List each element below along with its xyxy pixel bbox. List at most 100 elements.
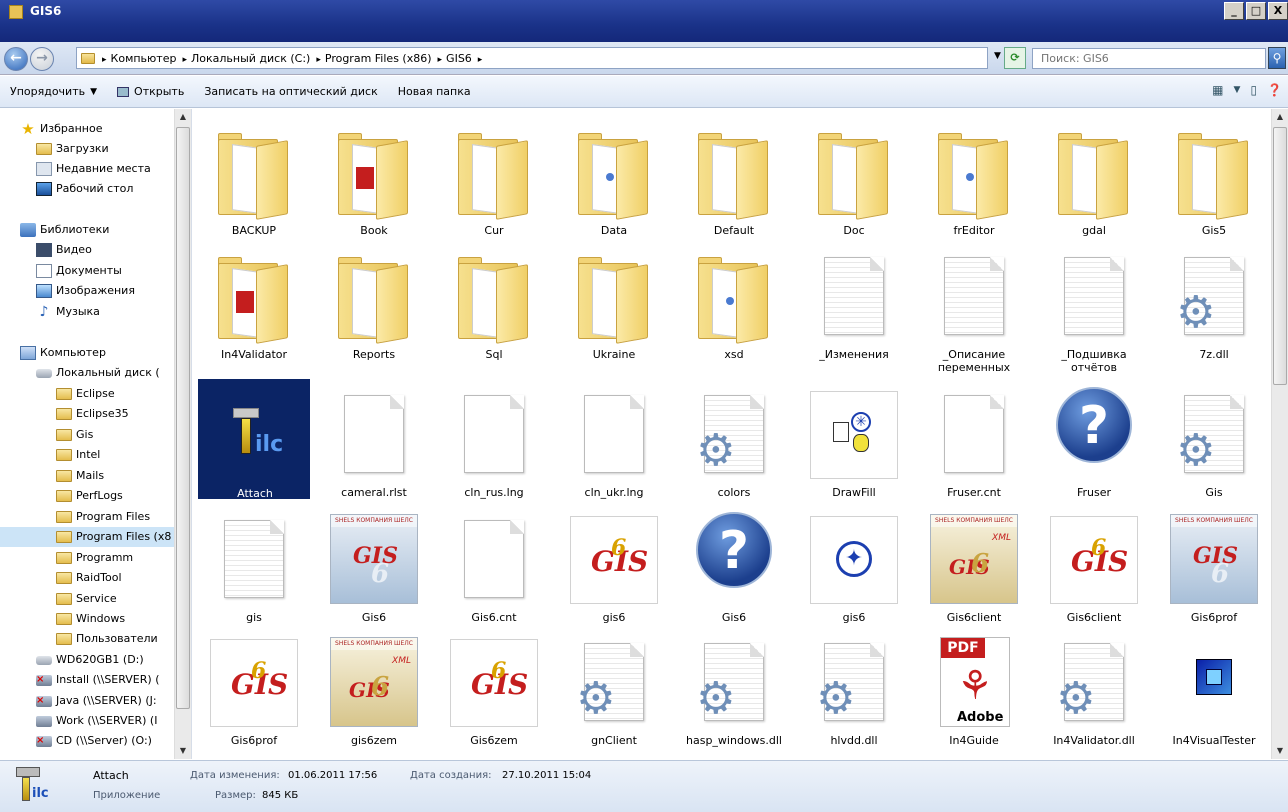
file-item[interactable]: cameral.rlst: [318, 379, 430, 499]
nav-item[interactable]: Библиотеки: [0, 220, 109, 240]
nav-item[interactable]: Eclipse: [0, 384, 115, 404]
scroll-thumb[interactable]: [1273, 127, 1287, 385]
file-item[interactable]: GIS 6 gis6: [558, 504, 670, 624]
open-button[interactable]: Открыть: [107, 85, 194, 98]
nav-item[interactable]: Mails: [0, 466, 104, 486]
breadcrumb[interactable]: ▸ Компьютер ▸ Локальный диск (C:) ▸ Program…: [76, 47, 988, 69]
nav-item[interactable]: × CD (\\Server) (O:): [0, 731, 152, 751]
nav-item[interactable]: Eclipse35: [0, 404, 129, 424]
nav-item[interactable]: Компьютер: [0, 343, 106, 363]
folder-item[interactable]: Data: [558, 117, 670, 237]
nav-item[interactable]: × Java (\\SERVER) (J:: [0, 691, 157, 711]
breadcrumb-item[interactable]: ▸ Локальный диск (C:): [179, 52, 313, 65]
file-item[interactable]: Fruser.cnt: [918, 379, 1030, 499]
nav-item[interactable]: Загрузки: [0, 139, 109, 159]
scroll-thumb[interactable]: [176, 127, 190, 709]
file-item[interactable]: PDF ⚘ Adobe In4Guide: [918, 627, 1030, 747]
view-options-icon[interactable]: ▦: [1212, 83, 1223, 97]
breadcrumb-item[interactable]: ▸ GIS6: [435, 52, 475, 65]
nav-item[interactable]: Intel: [0, 445, 100, 465]
nav-item[interactable]: Windows: [0, 609, 125, 629]
nav-item[interactable]: Видео: [0, 240, 92, 260]
folder-item[interactable]: xsd: [678, 241, 790, 361]
breadcrumb-item[interactable]: ▸ Program Files (x86): [313, 52, 434, 65]
back-button[interactable]: ←: [4, 47, 28, 71]
file-item[interactable]: ⚙ gnClient: [558, 627, 670, 747]
folder-item[interactable]: Gis5: [1158, 117, 1270, 237]
file-item[interactable]: In4VisualTester: [1158, 627, 1270, 747]
folder-item[interactable]: Doc: [798, 117, 910, 237]
file-item[interactable]: ? Gis6: [678, 504, 790, 624]
close-button[interactable]: X: [1268, 2, 1288, 20]
file-item[interactable]: ⚙ hlvdd.dll: [798, 627, 910, 747]
nav-item[interactable]: WD620GB1 (D:): [0, 650, 144, 670]
scroll-down-icon[interactable]: ▼: [1273, 743, 1287, 759]
scroll-up-icon[interactable]: ▲: [1273, 109, 1287, 125]
organize-button[interactable]: Упорядочить ▼: [0, 85, 107, 98]
nav-item[interactable]: ★ Избранное: [0, 119, 102, 139]
file-item[interactable]: ⚙ Gis: [1158, 379, 1270, 499]
preview-pane-icon[interactable]: ▯: [1250, 83, 1257, 97]
file-item[interactable]: GIS 6 Gis6prof: [198, 627, 310, 747]
file-item[interactable]: SHELS КОМПАНИЯ ШЕЛС GIS 6 XML Gis6client: [918, 504, 1030, 624]
new-folder-button[interactable]: Новая папка: [388, 85, 481, 98]
chevron-down-icon[interactable]: ▼: [994, 51, 1001, 61]
folder-item[interactable]: Cur: [438, 117, 550, 237]
nav-item[interactable]: RaidTool: [0, 568, 122, 588]
maximize-button[interactable]: □: [1246, 2, 1266, 20]
breadcrumb-item[interactable]: ▸ Компьютер: [99, 52, 179, 65]
file-item[interactable]: ⚙ hasp_windows.dll: [678, 627, 790, 747]
nav-item[interactable]: Локальный диск (: [0, 363, 160, 383]
folder-item[interactable]: Reports: [318, 241, 430, 361]
file-item[interactable]: _Изменения: [798, 241, 910, 361]
scroll-up-icon[interactable]: ▲: [176, 109, 190, 125]
file-item[interactable]: SHELS КОМПАНИЯ ШЕЛС GIS 6 Gis6prof: [1158, 504, 1270, 624]
search-input[interactable]: [1032, 48, 1266, 69]
file-item[interactable]: cln_ukr.lng: [558, 379, 670, 499]
file-item[interactable]: GIS 6 Gis6zem: [438, 627, 550, 747]
scroll-down-icon[interactable]: ▼: [176, 743, 190, 759]
folder-item[interactable]: Sql: [438, 241, 550, 361]
chevron-down-icon[interactable]: ▼: [1234, 85, 1241, 95]
file-item[interactable]: gis: [198, 504, 310, 624]
file-item[interactable]: ✦ gis6: [798, 504, 910, 624]
nav-item[interactable]: Programm: [0, 548, 133, 568]
nav-item[interactable]: Документы: [0, 261, 122, 281]
nav-item[interactable]: Gis: [0, 425, 93, 445]
nav-item[interactable]: × Install (\\SERVER) (: [0, 670, 160, 690]
file-item[interactable]: ⚙ In4Validator.dll: [1038, 627, 1150, 747]
nav-scrollbar[interactable]: ▲ ▼: [174, 109, 191, 759]
folder-item[interactable]: Default: [678, 117, 790, 237]
folder-item[interactable]: In4Validator: [198, 241, 310, 361]
nav-item[interactable]: PerfLogs: [0, 486, 123, 506]
nav-item[interactable]: Service: [0, 589, 117, 609]
nav-item[interactable]: Work (\\SERVER) (I: [0, 711, 157, 731]
nav-item[interactable]: Недавние места: [0, 159, 151, 179]
help-icon[interactable]: ❓: [1267, 83, 1282, 97]
folder-item[interactable]: Book: [318, 117, 430, 237]
refresh-button[interactable]: ⟳: [1004, 47, 1026, 69]
search-icon[interactable]: ⚲: [1268, 47, 1286, 69]
file-item[interactable]: ⚙ colors: [678, 379, 790, 499]
folder-item[interactable]: frEditor: [918, 117, 1030, 237]
folder-item[interactable]: Ukraine: [558, 241, 670, 361]
file-item[interactable]: SHELS КОМПАНИЯ ШЕЛС GIS 6 XML gis6zem: [318, 627, 430, 747]
file-item[interactable]: cln_rus.lng: [438, 379, 550, 499]
nav-item[interactable]: Рабочий стол: [0, 179, 133, 199]
file-item[interactable]: ilc Attach: [198, 379, 310, 500]
minimize-button[interactable]: _: [1224, 2, 1244, 20]
chevron-down-icon[interactable]: ▸: [475, 52, 490, 65]
file-item[interactable]: SHELS КОМПАНИЯ ШЕЛС GIS 6 Gis6: [318, 504, 430, 624]
burn-button[interactable]: Записать на оптический диск: [194, 85, 387, 98]
nav-item[interactable]: Program Files: [0, 507, 150, 527]
nav-item[interactable]: Изображения: [0, 281, 135, 301]
file-item[interactable]: _Подшивка отчётов: [1038, 241, 1150, 374]
nav-item[interactable]: Program Files (x8: [0, 527, 176, 547]
file-item[interactable]: GIS 6 Gis6client: [1038, 504, 1150, 624]
file-item[interactable]: ? Fruser: [1038, 379, 1150, 499]
nav-item[interactable]: Пользователи: [0, 629, 158, 649]
nav-item[interactable]: ♪ Музыка: [0, 302, 100, 322]
file-item[interactable]: _Описание переменных: [918, 241, 1030, 374]
content-scrollbar[interactable]: ▲ ▼: [1271, 109, 1288, 759]
file-item[interactable]: ⚙ 7z.dll: [1158, 241, 1270, 361]
